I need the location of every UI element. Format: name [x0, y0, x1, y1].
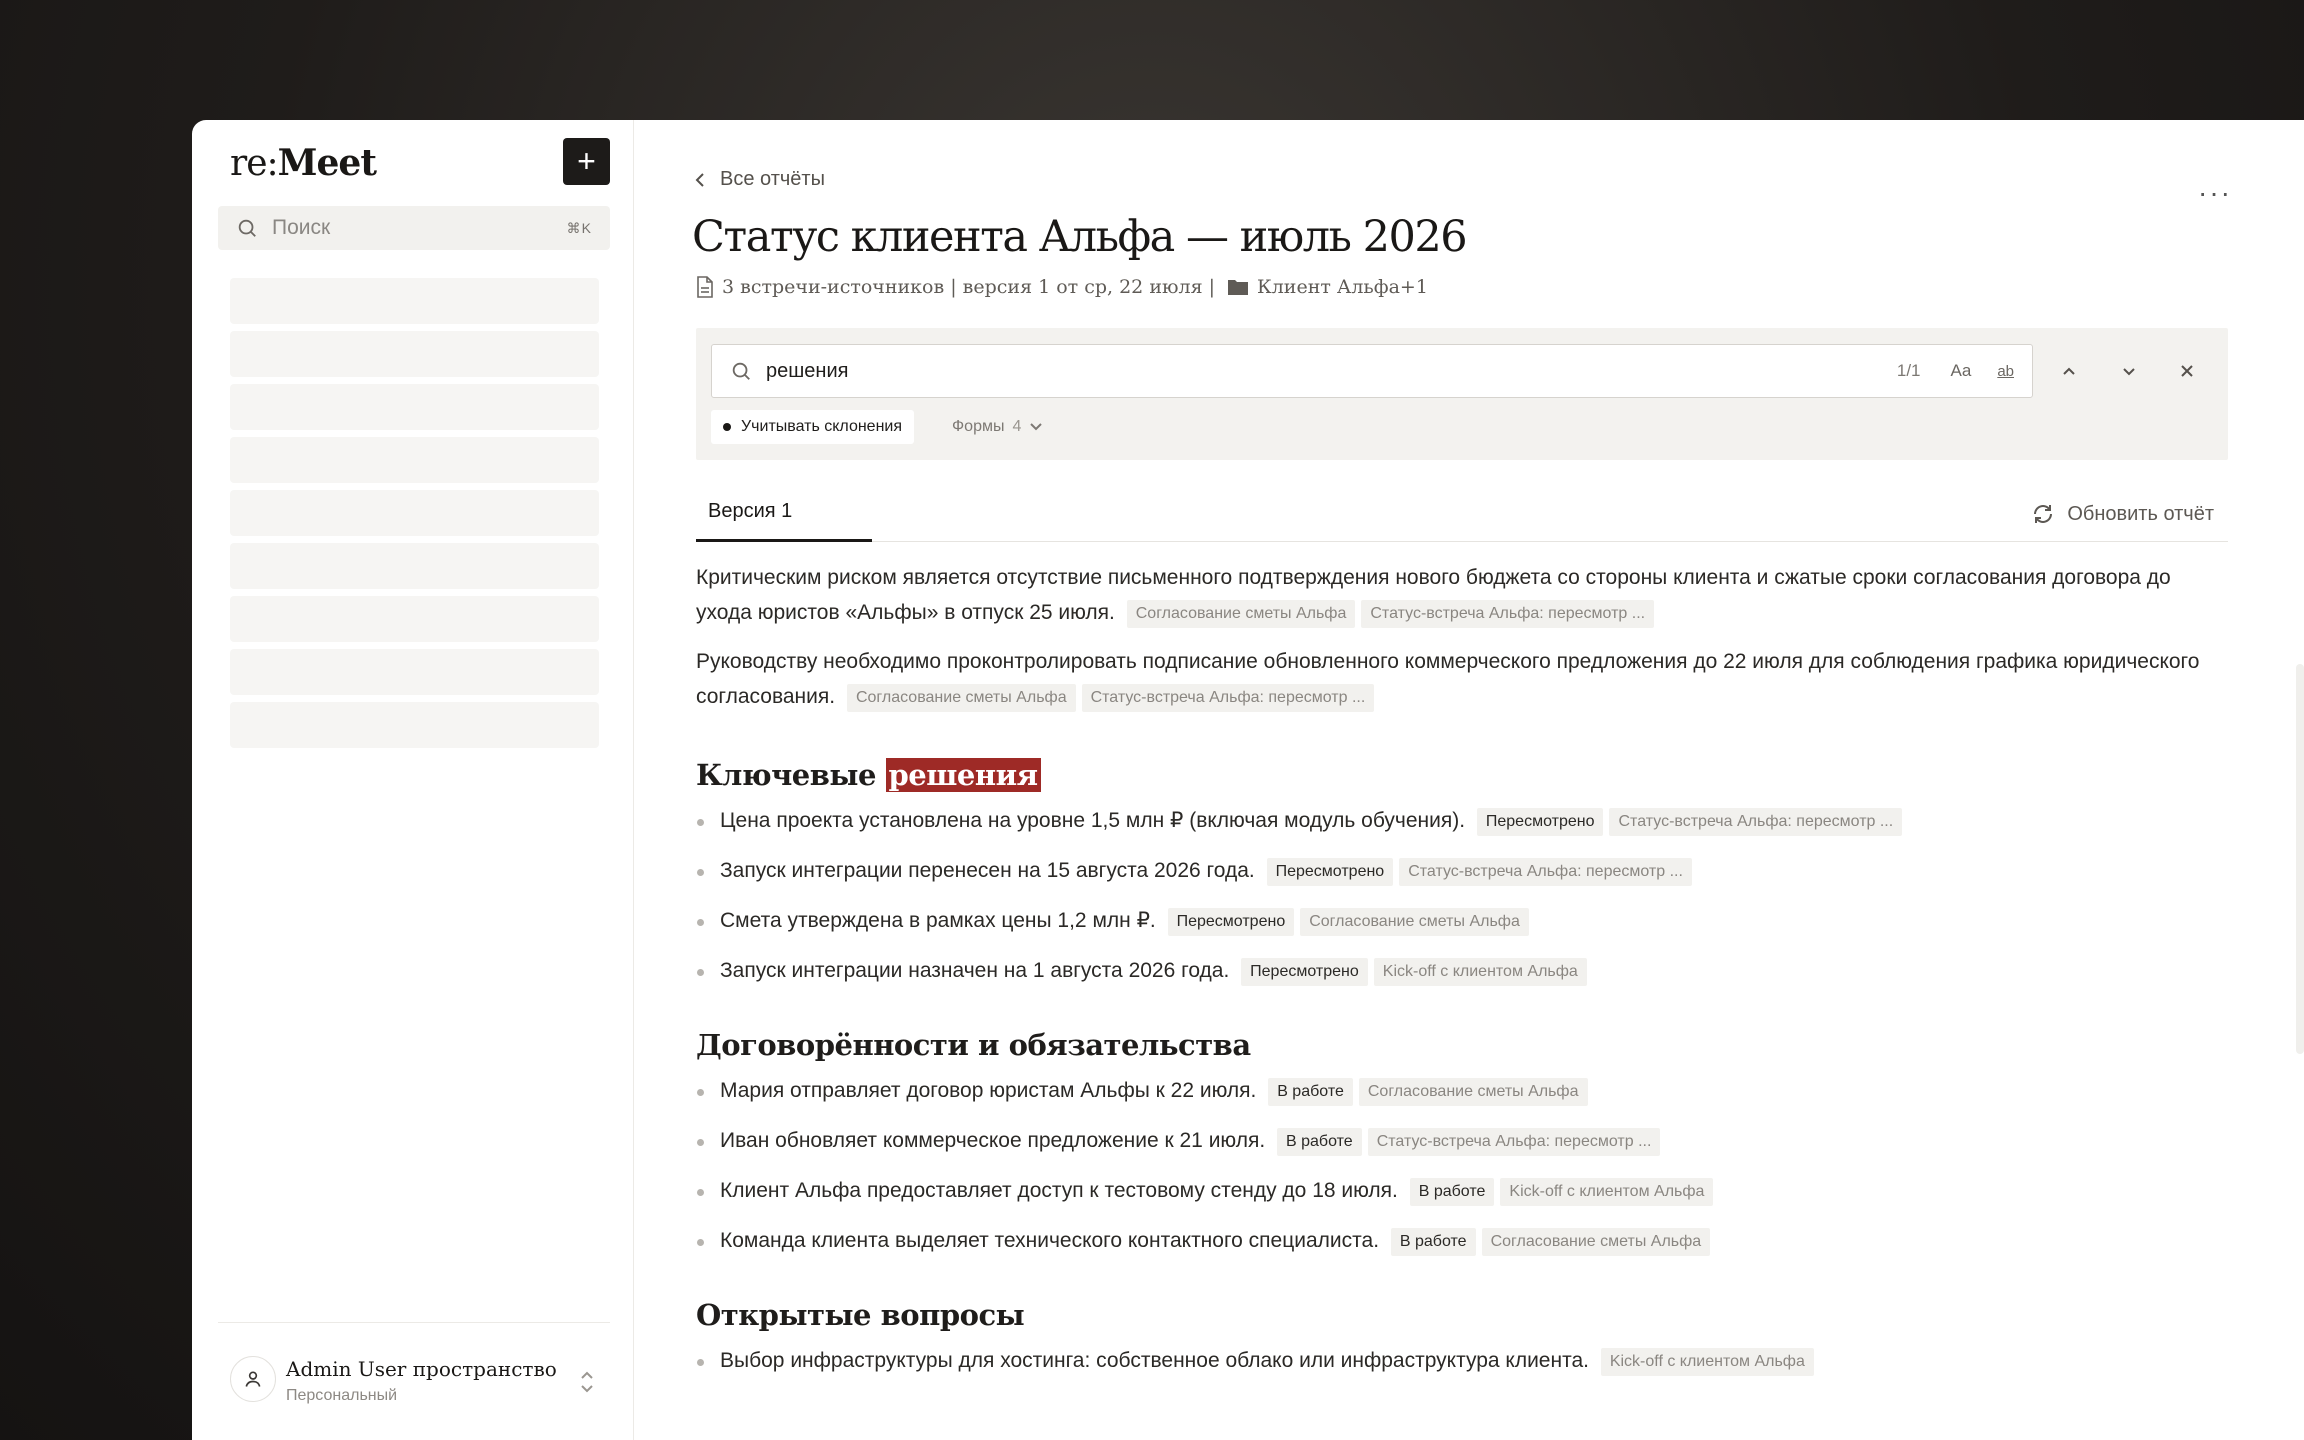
list-item: Цена проекта установлена на уровне 1,5 м…: [696, 806, 2216, 836]
meta-folder[interactable]: Клиент Альфа+1: [1257, 276, 1428, 298]
status-badge: В работе: [1277, 1128, 1362, 1156]
status-badge: Пересмотрено: [1476, 808, 1604, 836]
find-query: решения: [766, 359, 849, 382]
refresh-icon: [2034, 505, 2053, 523]
scrollbar[interactable]: [2296, 664, 2304, 1054]
source-tag[interactable]: Согласование сметы Альфа: [1358, 1078, 1588, 1106]
loading-placeholder: [230, 702, 599, 748]
report-meta: 3 встречи-источников | версия 1 от ср, 2…: [696, 276, 1428, 298]
search-icon: [732, 362, 750, 380]
report-content: Критическим риском является отсутствие п…: [696, 560, 2216, 1376]
active-dot: [723, 423, 731, 431]
source-tag[interactable]: Статус-встреча Альфа: пересмотр ...: [1399, 858, 1692, 886]
status-badge: Пересмотрено: [1266, 858, 1394, 886]
report-view: Все отчёты ··· Статус клиента Альфа — ию…: [634, 120, 2304, 1440]
list-item: Запуск интеграции перенесен на 15 август…: [696, 856, 2216, 886]
source-tag[interactable]: Согласование сметы Альфа: [846, 684, 1076, 712]
user-icon: [245, 1371, 261, 1387]
forms-dropdown[interactable]: Формы 4: [952, 410, 1043, 444]
app-window: re:Meet + Поиск ⌘K Admin User пространст…: [192, 120, 2304, 1440]
commitments-list: Мария отправляет договор юристам Альфы к…: [696, 1076, 2216, 1256]
loading-placeholder: [230, 278, 599, 324]
source-tag[interactable]: Статус-встреча Альфа: пересмотр ...: [1609, 808, 1903, 836]
loading-placeholder: [230, 490, 599, 536]
plus-icon: +: [577, 143, 596, 179]
version-tabs: Версия 1 Обновить отчёт: [696, 488, 2228, 542]
search-icon: [238, 219, 256, 237]
section-heading-decisions: Ключевые решения: [696, 758, 2216, 792]
loading-placeholder: [230, 331, 599, 377]
chevron-updown-icon: [581, 1371, 593, 1393]
source-tag[interactable]: Kick-off с клиентом Альфа: [1600, 1348, 1814, 1376]
workspace-switcher[interactable]: Admin User пространство Персональный: [218, 1322, 610, 1440]
status-badge: В работе: [1268, 1078, 1353, 1106]
sidebar: re:Meet + Поиск ⌘K Admin User пространст…: [192, 120, 634, 1440]
match-count: 1/1: [1896, 361, 1921, 380]
list-item: Команда клиента выделяет технического ко…: [696, 1226, 2216, 1256]
list-item: Мария отправляет договор юристам Альфы к…: [696, 1076, 2216, 1106]
tab-version-1[interactable]: Версия 1: [696, 488, 872, 542]
section-heading-open-questions: Открытые вопросы: [696, 1298, 1025, 1332]
list-item: Выбор инфраструктуры для хостинга: собст…: [696, 1346, 2216, 1376]
workspace-type: Персональный: [286, 1387, 398, 1404]
source-tag[interactable]: Статус-встреча Альфа: пересмотр ...: [1081, 684, 1375, 712]
document-icon: [697, 276, 713, 298]
loading-placeholder: [230, 384, 599, 430]
source-tag[interactable]: Статус-встреча Альфа: пересмотр ...: [1361, 600, 1655, 628]
find-panel: решения 1/1 Aa ab Учитывать склонения Фо…: [696, 328, 2228, 460]
loading-placeholder: [230, 543, 599, 589]
status-badge: Пересмотрено: [1167, 908, 1295, 936]
loading-placeholder: [230, 596, 599, 642]
close-icon[interactable]: [2174, 358, 2200, 384]
meta-sources: 3 встречи-источников | версия 1 от ср, 2…: [722, 276, 1216, 298]
chevron-down-icon: [1030, 423, 1043, 431]
status-badge: В работе: [1390, 1228, 1476, 1256]
source-tag[interactable]: Согласование сметы Альфа: [1300, 908, 1529, 936]
status-badge: В работе: [1409, 1178, 1495, 1206]
folder-icon: [1228, 280, 1249, 295]
new-report-button[interactable]: +: [563, 138, 610, 185]
logo[interactable]: re:Meet: [230, 142, 377, 184]
match-case-toggle[interactable]: Aa: [1951, 361, 1972, 381]
summary-paragraph: Критическим риском является отсутствие п…: [696, 560, 2216, 630]
search-placeholder: Поиск: [272, 216, 331, 239]
more-icon[interactable]: ···: [2198, 179, 2232, 207]
decisions-list: Цена проекта установлена на уровне 1,5 м…: [696, 806, 2216, 986]
search-shortcut: ⌘K: [566, 219, 592, 236]
chevron-up-icon[interactable]: [2056, 358, 2082, 384]
chevron-left-icon: [695, 172, 704, 187]
list-item: Смета утверждена в рамках цены 1,2 млн ₽…: [696, 906, 2216, 936]
status-badge: Пересмотрено: [1241, 958, 1368, 986]
list-item: Иван обновляет коммерческое предложение …: [696, 1126, 2216, 1156]
open-questions-list: Выбор инфраструктуры для хостинга: собст…: [696, 1346, 2216, 1376]
avatar: [230, 1356, 276, 1402]
source-tag[interactable]: Статус-встреча Альфа: пересмотр ...: [1367, 1128, 1661, 1156]
loading-placeholder: [230, 437, 599, 483]
source-tag[interactable]: Согласование сметы Альфа: [1126, 600, 1356, 628]
declension-toggle[interactable]: Учитывать склонения: [711, 410, 915, 444]
page-title: Статус клиента Альфа — июль 2026: [692, 212, 1468, 262]
chevron-down-icon[interactable]: [2116, 358, 2142, 384]
list-item: Запуск интеграции назначен на 1 августа …: [696, 956, 2216, 986]
list-item: Клиент Альфа предоставляет доступ к тест…: [696, 1176, 2216, 1206]
search-match-highlight: решения: [885, 758, 1041, 792]
loading-placeholder: [230, 649, 599, 695]
section-heading-commitments: Договорённости и обязательства: [696, 1028, 1251, 1062]
refresh-report-button[interactable]: Обновить отчёт: [2031, 502, 2214, 526]
sidebar-search[interactable]: Поиск ⌘K: [218, 206, 610, 250]
back-link[interactable]: Все отчёты: [694, 168, 825, 191]
find-input[interactable]: решения 1/1 Aa ab: [711, 344, 2033, 398]
forms-count: 4: [1012, 418, 1022, 435]
summary-paragraph: Руководству необходимо проконтролировать…: [696, 644, 2216, 714]
whole-word-toggle[interactable]: ab: [1997, 363, 2014, 380]
workspace-name: Admin User пространство: [286, 1357, 557, 1381]
source-tag[interactable]: Согласование сметы Альфа: [1481, 1228, 1711, 1256]
source-tag[interactable]: Kick-off с клиентом Альфа: [1373, 958, 1587, 986]
source-tag[interactable]: Kick-off с клиентом Альфа: [1500, 1178, 1714, 1206]
